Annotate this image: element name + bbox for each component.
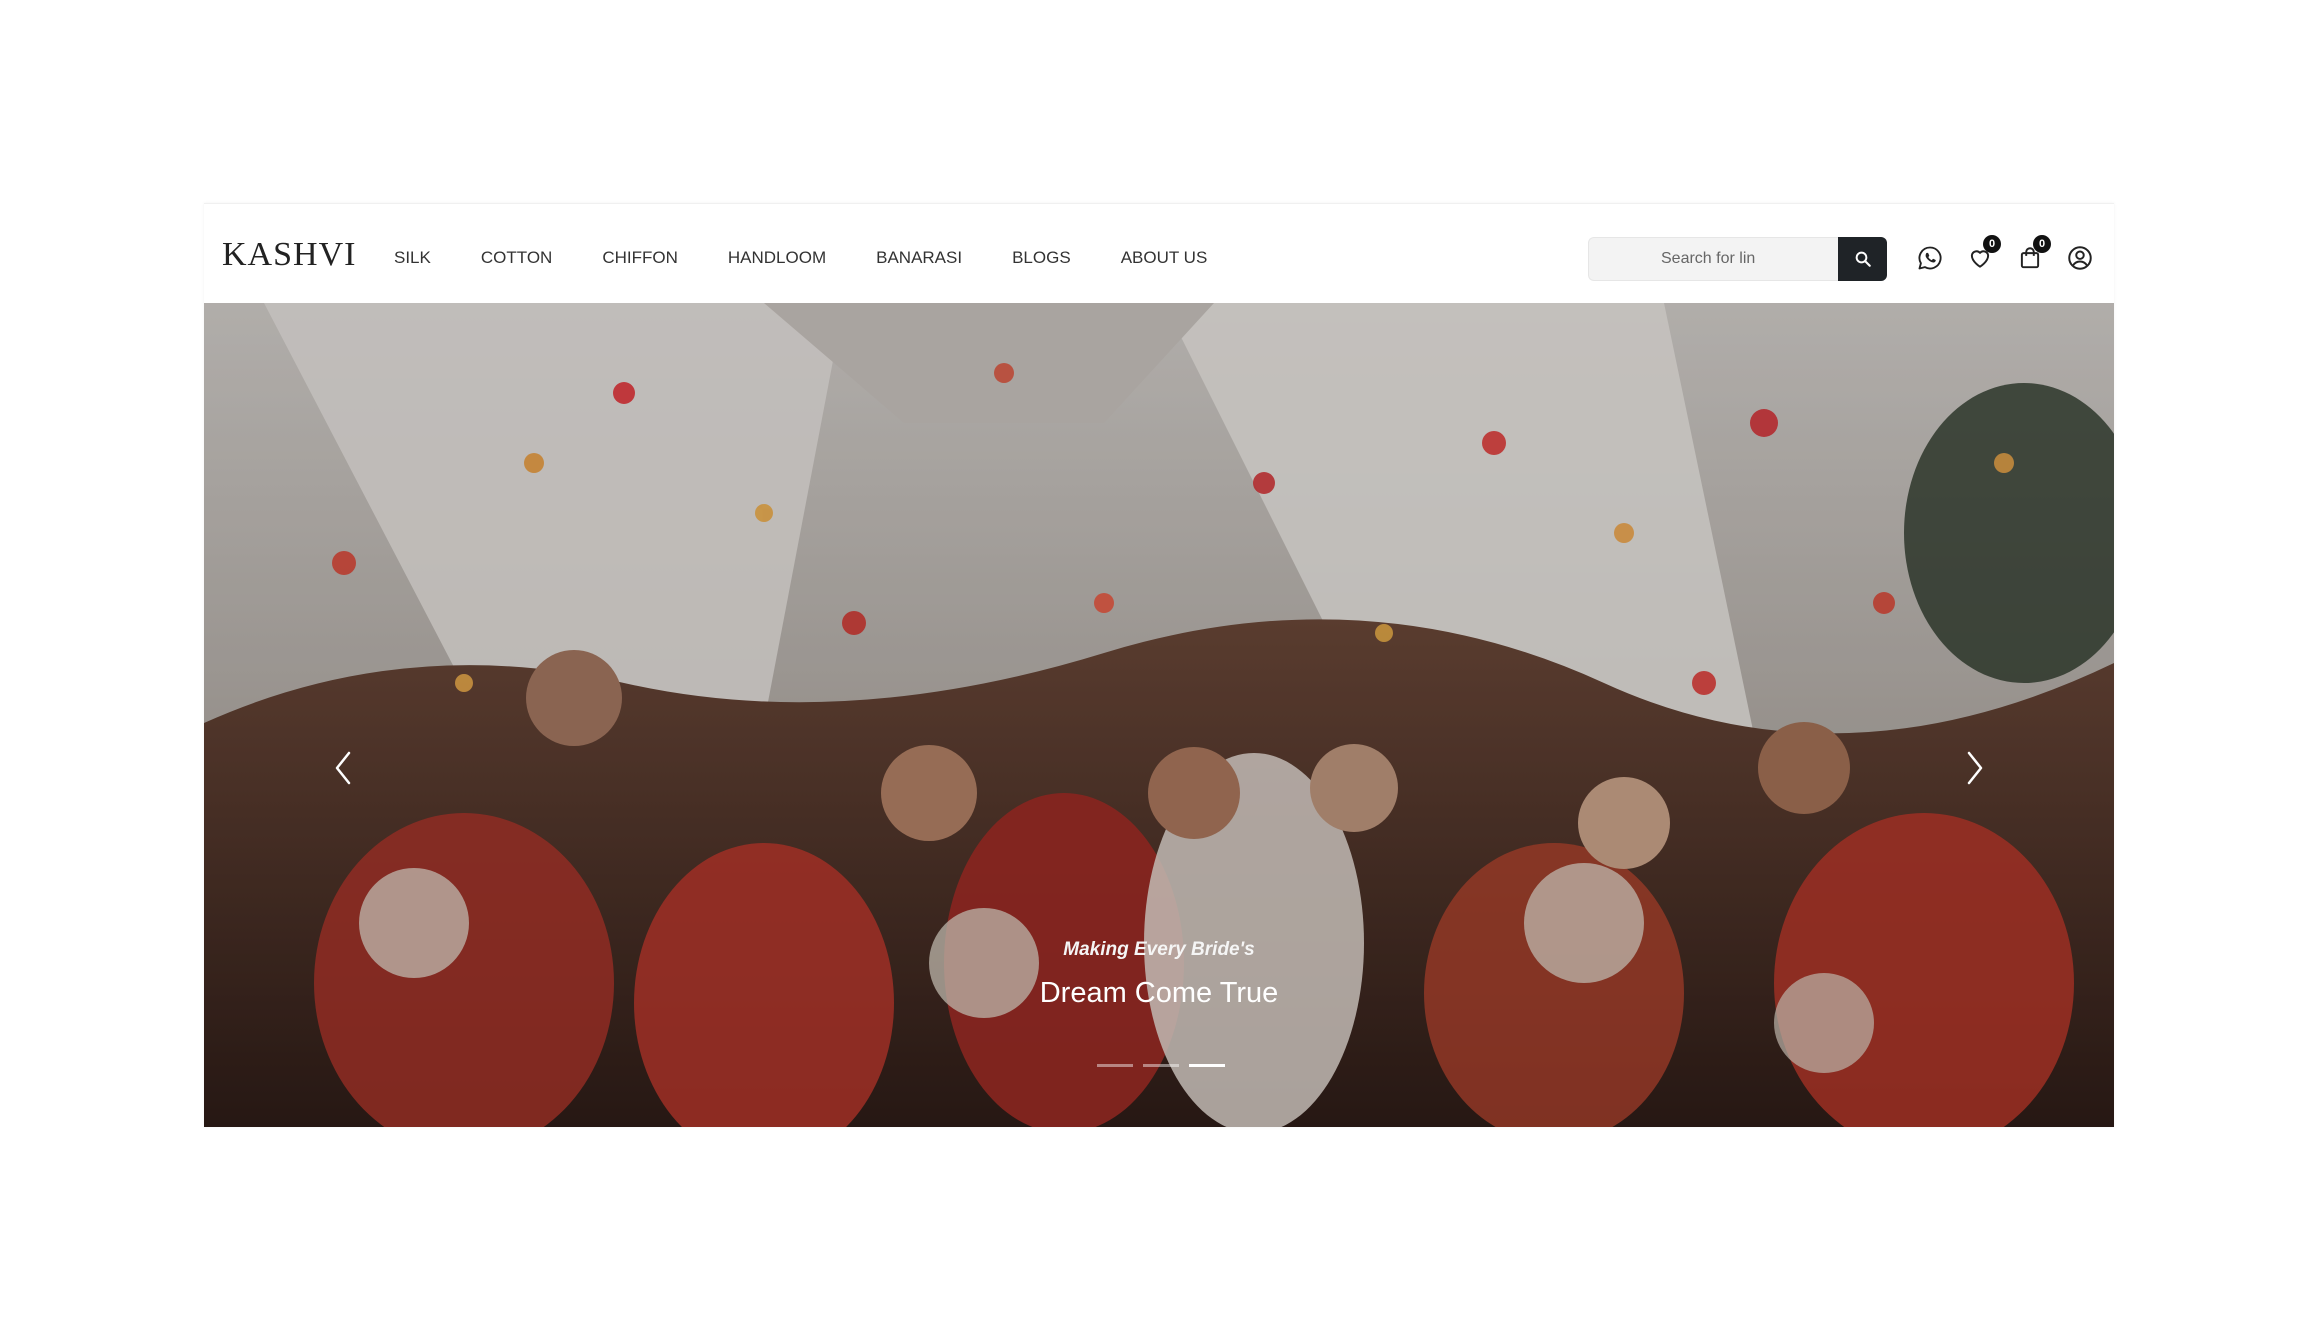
whatsapp-icon (1918, 246, 1942, 270)
chevron-left-icon (335, 751, 351, 785)
header-icons: 0 0 (1916, 235, 2094, 272)
search-input[interactable] (1588, 237, 1838, 281)
nav-item-banarasi[interactable]: BANARASI (876, 248, 962, 268)
nav-item-blogs[interactable]: BLOGS (1012, 248, 1071, 268)
page: KASHVI SILK COTTON CHIFFON HANDLOOM BANA… (0, 0, 2311, 1329)
nav-item-handloom[interactable]: HANDLOOM (728, 248, 826, 268)
hero-slider: Making Every Bride's Dream Come True (204, 303, 2114, 1127)
slider-next-button[interactable] (1960, 743, 1990, 793)
whatsapp-button[interactable] (1916, 244, 1944, 272)
slider-dot-2[interactable] (1143, 1064, 1179, 1067)
site-header: KASHVI SILK COTTON CHIFFON HANDLOOM BANA… (204, 203, 2114, 304)
nav-item-silk[interactable]: SILK (394, 248, 431, 268)
search-bar (1588, 237, 1887, 281)
slider-dot-1[interactable] (1097, 1064, 1133, 1067)
cart-count-badge: 0 (2033, 235, 2051, 253)
main-nav: SILK COTTON CHIFFON HANDLOOM BANARASI BL… (394, 248, 1257, 268)
hero-title: Dream Come True (1039, 977, 1279, 1009)
site-frame: KASHVI SILK COTTON CHIFFON HANDLOOM BANA… (204, 203, 2114, 1127)
user-circle-icon (2068, 246, 2092, 270)
search-icon (1855, 251, 1871, 267)
wishlist-count-badge: 0 (1983, 235, 2001, 253)
slider-dot-3[interactable] (1189, 1064, 1225, 1067)
wishlist-button[interactable]: 0 (1966, 235, 2001, 272)
chevron-right-icon (1967, 751, 1983, 785)
search-button[interactable] (1838, 237, 1887, 281)
hero-subtitle: Making Every Bride's (1063, 939, 1255, 960)
brand-logo[interactable]: KASHVI (222, 236, 356, 274)
nav-item-about-us[interactable]: ABOUT US (1121, 248, 1208, 268)
account-button[interactable] (2066, 244, 2094, 272)
slider-pagination (1097, 1064, 1225, 1067)
cart-button[interactable]: 0 (2016, 235, 2051, 272)
nav-item-cotton[interactable]: COTTON (481, 248, 552, 268)
nav-item-chiffon[interactable]: CHIFFON (602, 248, 678, 268)
slider-prev-button[interactable] (328, 743, 358, 793)
